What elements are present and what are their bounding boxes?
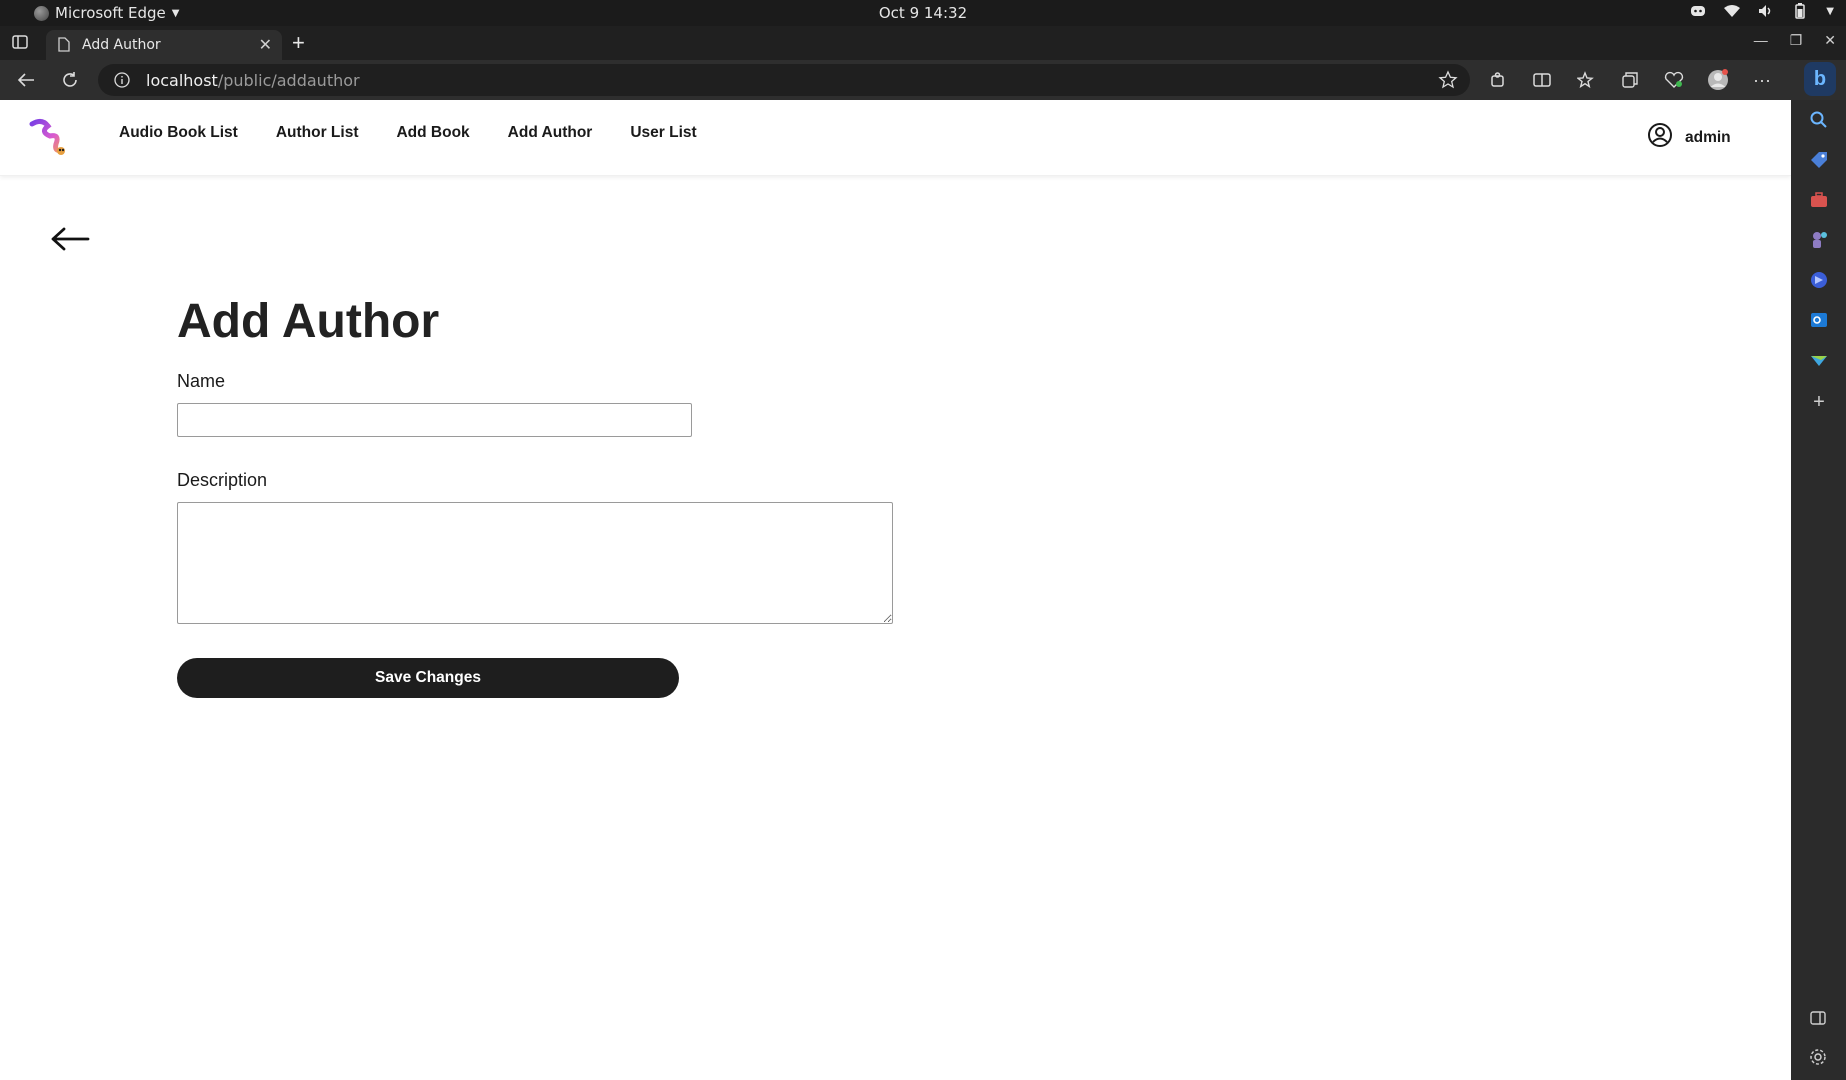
- copilot-icon[interactable]: b: [1804, 62, 1836, 96]
- os-top-bar: Microsoft Edge ▼ Oct 9 14:32 ▼: [0, 0, 1846, 26]
- caret-down-icon[interactable]: ▼: [1826, 6, 1834, 17]
- back-nav-icon[interactable]: [14, 68, 38, 92]
- page-title: Add Author: [177, 295, 440, 348]
- description-textarea[interactable]: [177, 502, 893, 624]
- tools-briefcase-icon[interactable]: [1809, 190, 1829, 210]
- wifi-icon[interactable]: [1724, 3, 1741, 19]
- browser-essentials-icon[interactable]: [1662, 68, 1686, 92]
- more-menu-icon[interactable]: ···: [1750, 68, 1774, 92]
- minimize-icon[interactable]: —: [1754, 32, 1768, 49]
- settings-gear-icon[interactable]: [1809, 1048, 1829, 1068]
- volume-icon[interactable]: [1758, 3, 1774, 19]
- nav-user-list[interactable]: User List: [630, 124, 696, 142]
- outlook-icon[interactable]: [1809, 310, 1829, 330]
- favorites-icon[interactable]: [1574, 68, 1598, 92]
- add-icon[interactable]: +: [1809, 392, 1829, 412]
- os-clock[interactable]: Oct 9 14:32: [0, 4, 1846, 22]
- discord-icon[interactable]: [1690, 3, 1706, 19]
- address-bar[interactable]: localhost/public/addauthor: [98, 64, 1470, 96]
- url-text[interactable]: localhost/public/addauthor: [146, 71, 360, 90]
- restore-icon[interactable]: ❐: [1790, 32, 1803, 49]
- site-logo[interactable]: [28, 116, 72, 160]
- site-navbar: Audio Book List Author List Add Book Add…: [0, 100, 1791, 176]
- nav-audio-book-list[interactable]: Audio Book List: [119, 124, 238, 142]
- games-chess-icon[interactable]: [1809, 230, 1829, 250]
- window-controls: — ❐ ✕: [1754, 32, 1836, 49]
- collections-icon[interactable]: [1618, 68, 1642, 92]
- nav-links: Audio Book List Author List Add Book Add…: [119, 124, 697, 142]
- user-menu[interactable]: admin: [1647, 122, 1731, 153]
- nav-add-book[interactable]: Add Book: [396, 124, 469, 142]
- nav-author-list[interactable]: Author List: [276, 124, 359, 142]
- tab-title: Add Author: [82, 37, 161, 53]
- browser-toolbar: localhost/public/addauthor ···: [0, 60, 1846, 100]
- edge-sidebar: +: [1791, 100, 1846, 1080]
- shopping-tag-icon[interactable]: [1809, 150, 1829, 170]
- microsoft-365-icon[interactable]: [1809, 270, 1829, 290]
- battery-icon[interactable]: [1792, 3, 1808, 19]
- user-circle-icon: [1647, 122, 1673, 153]
- close-window-icon[interactable]: ✕: [1824, 32, 1836, 49]
- close-tab-icon[interactable]: ✕: [259, 35, 272, 54]
- url-path: /public/addauthor: [217, 71, 360, 90]
- new-tab-icon[interactable]: +: [292, 32, 305, 54]
- profile-avatar-icon[interactable]: [1706, 68, 1730, 92]
- send-plane-icon[interactable]: [1809, 350, 1829, 370]
- split-screen-icon[interactable]: [1530, 68, 1554, 92]
- description-label: Description: [177, 470, 268, 490]
- user-name: admin: [1685, 128, 1731, 146]
- search-icon[interactable]: [1809, 110, 1829, 130]
- os-tray[interactable]: ▼: [1690, 3, 1834, 19]
- browser-tab[interactable]: Add Author ✕: [46, 30, 282, 60]
- toolbar-icons: ···: [1486, 68, 1774, 92]
- favorite-star-icon[interactable]: [1438, 70, 1458, 95]
- tab-actions-icon[interactable]: [12, 34, 32, 52]
- sidebar-toggle-icon[interactable]: [1809, 1010, 1829, 1030]
- web-page: Audio Book List Author List Add Book Add…: [0, 100, 1791, 1080]
- url-host: localhost: [146, 71, 218, 90]
- extensions-icon[interactable]: [1486, 68, 1510, 92]
- info-icon[interactable]: [114, 72, 130, 88]
- back-arrow-icon[interactable]: [50, 226, 90, 252]
- name-label: Name: [177, 371, 226, 391]
- nav-add-author[interactable]: Add Author: [508, 124, 593, 142]
- save-changes-button[interactable]: Save Changes: [177, 658, 679, 698]
- reload-icon[interactable]: [58, 68, 82, 92]
- page-icon: [58, 37, 70, 56]
- browser-tab-strip: Add Author ✕ + — ❐ ✕: [0, 26, 1846, 60]
- name-input[interactable]: [177, 403, 692, 437]
